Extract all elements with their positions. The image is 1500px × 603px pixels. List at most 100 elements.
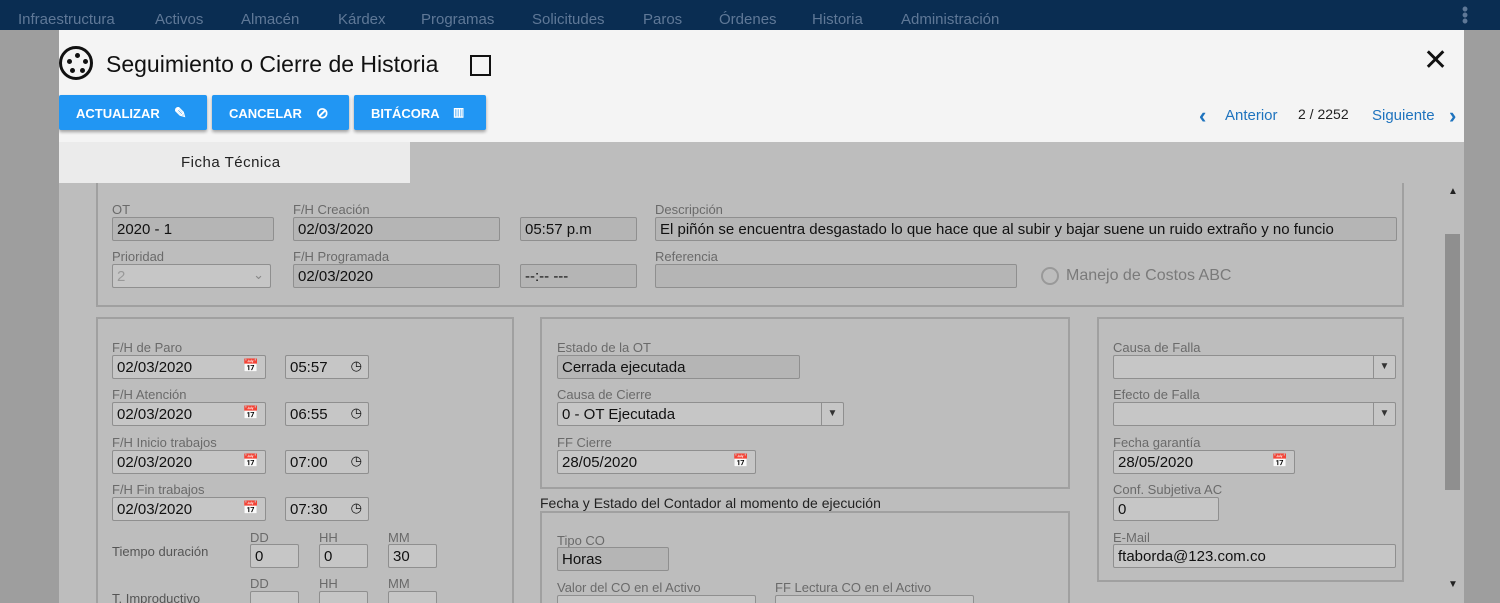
end-time-field[interactable]: 07:30 ◷ (285, 497, 369, 521)
end-time-value: 07:30 (290, 501, 328, 518)
scheduled-time-field[interactable]: --:-- --- (520, 264, 637, 288)
clock-icon[interactable]: ◷ (351, 500, 362, 516)
nav-almacen[interactable]: Almacén (241, 11, 299, 28)
dd-label-2: DD (250, 576, 269, 591)
update-button[interactable]: ACTUALIZAR ✎ (59, 95, 207, 130)
abc-radio[interactable] (1041, 267, 1059, 285)
close-date-value: 28/05/2020 (562, 454, 638, 471)
nav-administracion[interactable]: Administración (901, 11, 999, 28)
dialog-header: Seguimiento o Cierre de Historia ✕ ACTUA… (59, 30, 1464, 142)
calendar-icon[interactable]: 📅 (243, 358, 259, 374)
dropdown-arrow-icon[interactable]: ▼ (1373, 356, 1395, 378)
subjective-conf-field[interactable]: 0 (1113, 497, 1219, 521)
attention-time-field[interactable]: 06:55 ◷ (285, 402, 369, 426)
end-label: F/H Fin trabajos (112, 482, 205, 497)
more-vert-icon[interactable]: • • • (1458, 0, 1472, 30)
nav-activos[interactable]: Activos (155, 11, 203, 28)
chevron-left-icon[interactable]: ‹ (1199, 103, 1206, 129)
clock-icon[interactable]: ◷ (351, 358, 362, 374)
calendar-icon[interactable]: 📅 (733, 453, 749, 469)
counter-reading-label: FF Lectura CO en el Activo (775, 580, 932, 595)
chevron-right-icon[interactable]: › (1449, 103, 1456, 129)
maximize-checkbox[interactable] (470, 55, 491, 76)
nav-solicitudes[interactable]: Solicitudes (532, 11, 605, 28)
failure-cause-label: Causa de Falla (1113, 340, 1201, 355)
scrollbar-thumb[interactable] (1445, 234, 1460, 490)
scroll-up-icon[interactable]: ▲ (1448, 186, 1458, 197)
stop-time-field[interactable]: 05:57 ◷ (285, 355, 369, 379)
calendar-icon[interactable]: 📅 (243, 500, 259, 516)
nav-paros[interactable]: Paros (643, 11, 682, 28)
warranty-date-field[interactable]: 28/05/2020 📅 (1113, 450, 1295, 474)
history-dialog: Seguimiento o Cierre de Historia ✕ ACTUA… (59, 30, 1464, 603)
stop-date-field[interactable]: 02/03/2020 📅 (112, 355, 266, 379)
duration-label: Tiempo duración (112, 544, 209, 559)
end-date-field[interactable]: 02/03/2020 📅 (112, 497, 266, 521)
clock-icon[interactable]: ◷ (351, 453, 362, 469)
priority-select[interactable]: 2 ⌄ (112, 264, 271, 288)
stop-time-value: 05:57 (290, 359, 328, 376)
dropdown-arrow-icon[interactable]: ▼ (821, 403, 843, 425)
failure-effect-select[interactable]: ▼ (1113, 402, 1396, 426)
vertical-scrollbar[interactable]: ▲ ▼ (1443, 183, 1464, 603)
description-field[interactable]: El piñón se encuentra desgastado lo que … (655, 217, 1397, 241)
failure-cause-select[interactable]: ▼ (1113, 355, 1396, 379)
duration-mm-field[interactable]: 30 (388, 544, 437, 568)
counter-type-field[interactable]: Horas (557, 547, 669, 571)
nav-historia[interactable]: Historia (812, 11, 863, 28)
close-cause-value: 0 - OT Ejecutada (562, 406, 676, 423)
attention-date-value: 02/03/2020 (117, 406, 193, 423)
attention-date-field[interactable]: 02/03/2020 📅 (112, 402, 266, 426)
app-logo-icon (59, 46, 93, 80)
subjective-conf-label: Conf. Subjetiva AC (1113, 482, 1223, 497)
cancel-button[interactable]: CANCELAR ⊘ (212, 95, 349, 130)
scroll-down-icon[interactable]: ▼ (1448, 579, 1458, 590)
attention-time-value: 06:55 (290, 406, 328, 423)
nav-ordenes[interactable]: Órdenes (719, 11, 777, 28)
reference-field[interactable] (655, 264, 1017, 288)
email-field[interactable]: ftaborda@123.com.co (1113, 544, 1396, 568)
end-date-value: 02/03/2020 (117, 501, 193, 518)
log-button-label: BITÁCORA (371, 106, 440, 121)
nav-infraestructura[interactable]: Infraestructura (18, 11, 115, 28)
nav-programas[interactable]: Programas (421, 11, 494, 28)
priority-value: 2 (117, 268, 126, 285)
calendar-icon[interactable]: 📅 (1272, 453, 1288, 469)
counter-value-field[interactable] (557, 595, 756, 603)
general-info-panel: OT 2020 - 1 F/H Creación 02/03/2020 05:5… (96, 183, 1404, 307)
warranty-label: Fecha garantía (1113, 435, 1201, 450)
priority-label: Prioridad (112, 249, 165, 264)
calendar-icon[interactable]: 📅 (243, 453, 259, 469)
start-label: F/H Inicio trabajos (112, 435, 217, 450)
counter-reading-field[interactable] (775, 595, 974, 603)
start-time-field[interactable]: 07:00 ◷ (285, 450, 369, 474)
start-date-field[interactable]: 02/03/2020 📅 (112, 450, 266, 474)
clock-icon[interactable]: ◷ (351, 405, 362, 421)
cancel-icon: ⊘ (316, 105, 329, 122)
creation-date-field[interactable]: 02/03/2020 (293, 217, 500, 241)
duration-hh-field[interactable]: 0 (319, 544, 368, 568)
calendar-icon[interactable]: 📅 (243, 405, 259, 421)
columns-icon: ▥ (453, 105, 465, 119)
close-date-field[interactable]: 28/05/2020 📅 (557, 450, 756, 474)
scheduled-date-field[interactable]: 02/03/2020 (293, 264, 500, 288)
unproductive-dd-field[interactable] (250, 591, 299, 603)
dropdown-arrow-icon[interactable]: ▼ (1373, 403, 1395, 425)
unproductive-hh-field[interactable] (319, 591, 368, 603)
tab-ficha-tecnica[interactable]: Ficha Técnica (59, 142, 410, 183)
description-label: Descripción (655, 202, 723, 217)
duration-dd-field[interactable]: 0 (250, 544, 299, 568)
nav-kardex[interactable]: Kárdex (338, 11, 386, 28)
email-label: E-Mail (1113, 530, 1150, 545)
stop-date-value: 02/03/2020 (117, 359, 193, 376)
log-button[interactable]: BITÁCORA ▥ (354, 95, 486, 130)
next-link[interactable]: Siguiente (1372, 107, 1435, 124)
status-field[interactable]: Cerrada ejecutada (557, 355, 800, 379)
close-cause-select[interactable]: 0 - OT Ejecutada ▼ (557, 402, 844, 426)
unproductive-mm-field[interactable] (388, 591, 437, 603)
previous-link[interactable]: Anterior (1225, 107, 1278, 124)
ot-field[interactable]: 2020 - 1 (112, 217, 274, 241)
chevron-down-icon: ⌄ (253, 267, 264, 282)
close-icon[interactable]: ✕ (1423, 46, 1448, 76)
creation-time-field[interactable]: 05:57 p.m (520, 217, 637, 241)
